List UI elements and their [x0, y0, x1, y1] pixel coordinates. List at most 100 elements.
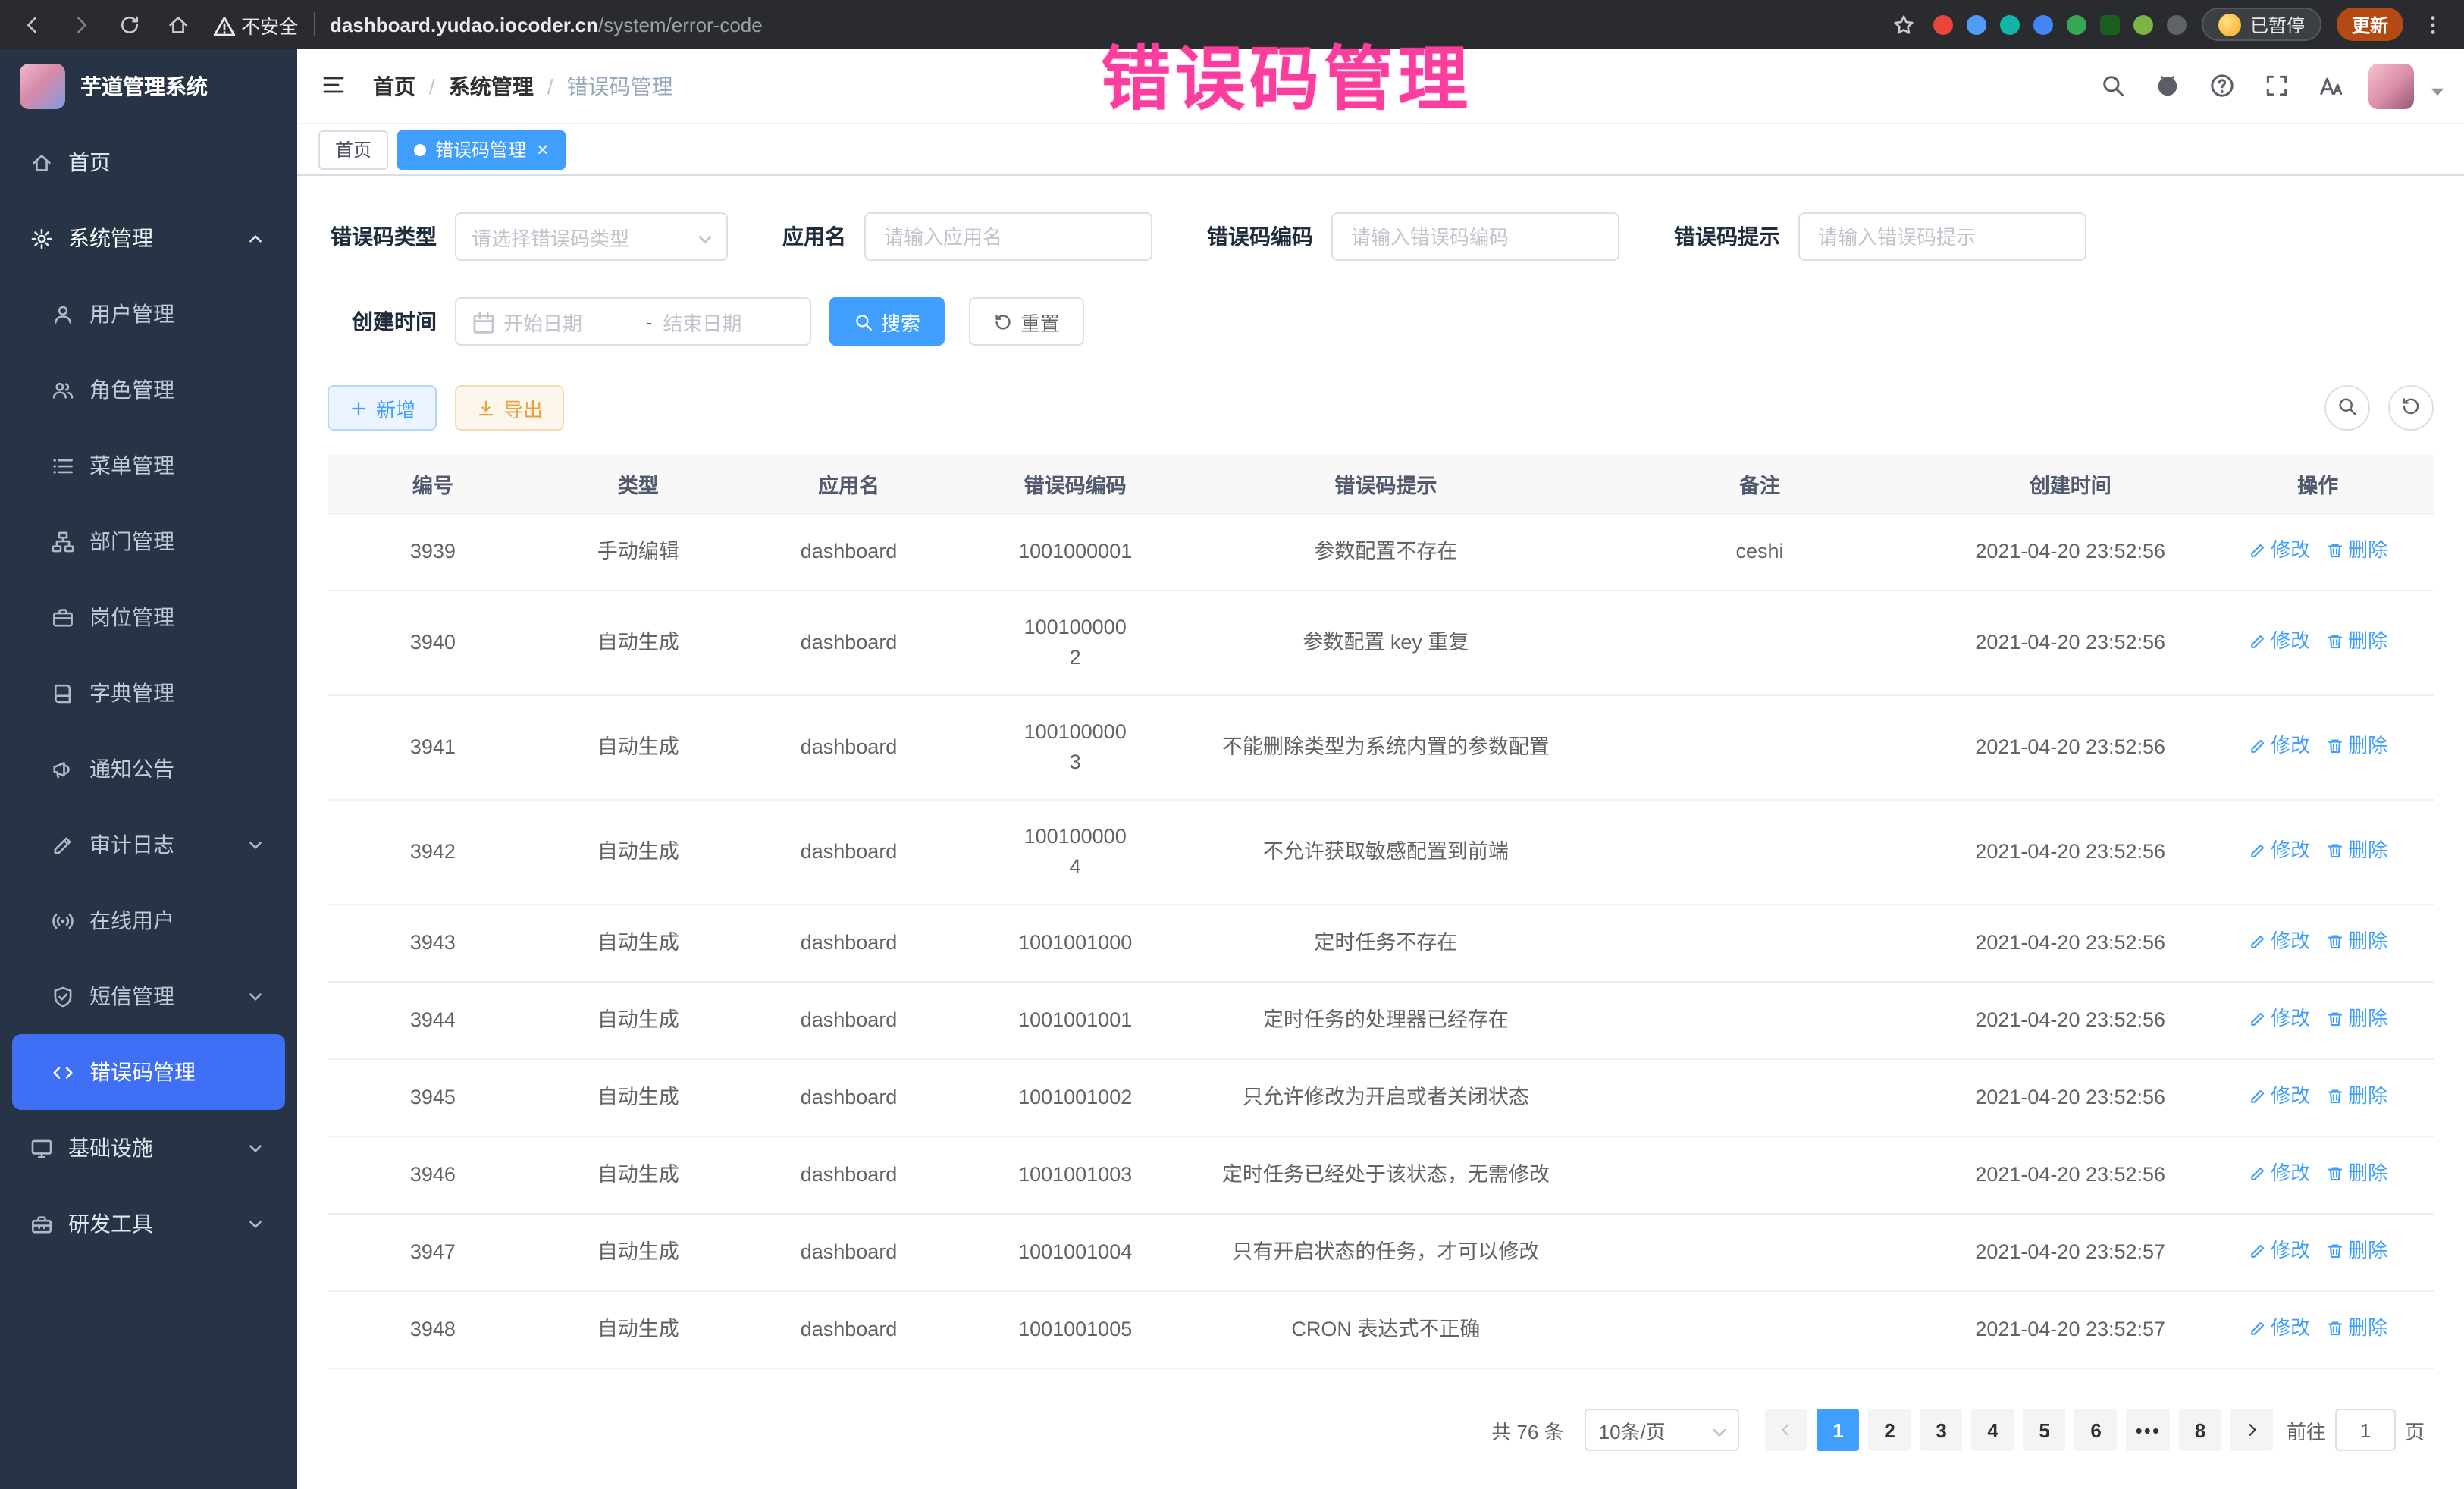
browser-menu-button[interactable]: [2419, 11, 2446, 38]
delete-link[interactable]: 删除: [2325, 1004, 2387, 1034]
cell-type: 自动生成: [538, 982, 738, 1059]
edit-link[interactable]: 修改: [2248, 1236, 2310, 1266]
edit-link[interactable]: 修改: [2248, 535, 2310, 566]
edit-link[interactable]: 修改: [2248, 626, 2310, 657]
page-button[interactable]: 6: [2075, 1409, 2118, 1451]
breadcrumb-item[interactable]: 错误码管理: [567, 71, 673, 101]
sidebar-item-menu[interactable]: 菜单管理: [12, 428, 285, 503]
page-button[interactable]: 1: [1817, 1409, 1860, 1451]
back-button[interactable]: [18, 11, 45, 38]
close-icon[interactable]: ×: [537, 139, 548, 159]
home-button[interactable]: [164, 11, 191, 38]
edit-link[interactable]: 修改: [2248, 1081, 2310, 1111]
extension-icon[interactable]: [2167, 14, 2187, 34]
edit-link[interactable]: 修改: [2248, 926, 2310, 957]
reload-button[interactable]: [115, 11, 143, 38]
page-content: 错误码类型 请选择错误码类型 应用名 错误码编码 错误码提示: [297, 176, 2464, 1489]
page-button[interactable]: 2: [1869, 1409, 1911, 1451]
extension-icon[interactable]: [2033, 14, 2053, 34]
sidebar-item-online-user[interactable]: 在线用户: [12, 882, 285, 958]
edit-link[interactable]: 修改: [2248, 1158, 2310, 1189]
delete-link[interactable]: 删除: [2325, 535, 2387, 566]
reset-button[interactable]: 重置: [969, 297, 1084, 346]
page-button[interactable]: 3: [1920, 1409, 1963, 1451]
goto-page-input[interactable]: [2335, 1409, 2396, 1451]
page-button[interactable]: •••: [2127, 1409, 2170, 1451]
cell-remark: [1581, 1059, 1939, 1136]
extension-icon[interactable]: [2133, 14, 2153, 34]
bookmark-button[interactable]: [1891, 11, 1918, 38]
delete-link[interactable]: 删除: [2325, 1236, 2387, 1266]
tab-error-code[interactable]: 错误码管理×: [397, 130, 565, 169]
page-button[interactable]: 5: [2024, 1409, 2066, 1451]
trash-icon: [2325, 933, 2343, 951]
user-menu[interactable]: [2368, 63, 2440, 108]
sidebar-item-home[interactable]: 首页: [12, 124, 285, 200]
error-code-input[interactable]: [1331, 212, 1619, 261]
help-button[interactable]: [2209, 73, 2235, 99]
sidebar-item-infra[interactable]: 基础设施: [12, 1110, 285, 1186]
page-button[interactable]: 8: [2179, 1409, 2221, 1451]
breadcrumb-item[interactable]: 首页: [373, 71, 415, 101]
delete-link[interactable]: 删除: [2325, 1158, 2387, 1189]
column-header: 应用名: [738, 455, 960, 513]
font-size-button[interactable]: [2318, 73, 2344, 99]
delete-link[interactable]: 删除: [2325, 1081, 2387, 1111]
toggle-search-button[interactable]: [2324, 385, 2370, 431]
cell-hint: 定时任务已经处于该状态，无需修改: [1191, 1136, 1581, 1214]
sidebar-item-error-code[interactable]: 错误码管理: [12, 1034, 285, 1110]
error-hint-input[interactable]: [1798, 212, 2086, 261]
sidebar-item-dev-tools[interactable]: 研发工具: [12, 1186, 285, 1262]
cell-app: dashboard: [738, 904, 960, 982]
sidebar-item-dict[interactable]: 字典管理: [12, 655, 285, 731]
app-name-input[interactable]: [864, 212, 1152, 261]
extension-icon[interactable]: [2067, 14, 2086, 34]
sidebar-item-system[interactable]: 系统管理: [12, 200, 285, 276]
address-bar[interactable]: dashboard.yudao.iocoder.cn/system/error-…: [330, 13, 1876, 36]
github-button[interactable]: [2155, 73, 2180, 99]
edit-link[interactable]: 修改: [2248, 731, 2310, 761]
sidebar-item-dept[interactable]: 部门管理: [12, 503, 285, 579]
export-button[interactable]: 导出: [455, 385, 564, 431]
page-size-select[interactable]: 10条/页: [1585, 1409, 1740, 1451]
delete-link[interactable]: 删除: [2325, 835, 2387, 866]
prev-page-button[interactable]: [1766, 1409, 1808, 1451]
sidebar-item-role[interactable]: 角色管理: [12, 352, 285, 428]
delete-link[interactable]: 删除: [2325, 926, 2387, 957]
breadcrumb-item[interactable]: 系统管理: [449, 71, 534, 101]
search-button[interactable]: [2100, 73, 2126, 99]
forward-button[interactable]: [67, 11, 94, 38]
app-title: 芋道管理系统: [80, 71, 208, 102]
delete-link[interactable]: 删除: [2325, 731, 2387, 761]
sidebar-item-notice[interactable]: 通知公告: [12, 731, 285, 807]
edit-link[interactable]: 修改: [2248, 1313, 2310, 1343]
fullscreen-button[interactable]: [2264, 73, 2290, 99]
next-page-button[interactable]: [2230, 1409, 2273, 1451]
sidebar-item-sms[interactable]: 短信管理: [12, 958, 285, 1034]
delete-link[interactable]: 删除: [2325, 626, 2387, 657]
update-button[interactable]: 更新: [2337, 8, 2403, 41]
extension-icon[interactable]: [2000, 14, 2020, 34]
search-button[interactable]: 搜索: [829, 297, 945, 346]
error-type-select[interactable]: 请选择错误码类型: [455, 212, 728, 261]
sidebar-item-post[interactable]: 岗位管理: [12, 579, 285, 655]
collapse-sidebar-button[interactable]: [321, 72, 349, 99]
browser-nav-buttons: [18, 11, 191, 38]
page-button[interactable]: 4: [1972, 1409, 2014, 1451]
sidebar-item-user[interactable]: 用户管理: [12, 276, 285, 352]
extension-icon[interactable]: [1967, 14, 1986, 34]
edit-link[interactable]: 修改: [2248, 835, 2310, 866]
app-logo[interactable]: 芋道管理系统: [0, 49, 297, 124]
edit-link[interactable]: 修改: [2248, 1004, 2310, 1034]
create-time-range-picker[interactable]: 开始日期 - 结束日期: [455, 297, 811, 346]
site-security-chip[interactable]: 不安全: [212, 10, 298, 39]
tab-home[interactable]: 首页: [318, 130, 388, 169]
delete-link[interactable]: 删除: [2325, 1313, 2387, 1343]
sidebar-item-audit-log[interactable]: 审计日志: [12, 807, 285, 882]
add-button[interactable]: 新增: [328, 385, 437, 431]
extension-icon[interactable]: [2100, 14, 2120, 34]
refresh-table-button[interactable]: [2388, 385, 2434, 431]
profile-chip[interactable]: 已暂停: [2202, 8, 2321, 41]
extension-icon[interactable]: [1933, 14, 1953, 34]
cell-actions: 修改删除: [2202, 1059, 2434, 1136]
